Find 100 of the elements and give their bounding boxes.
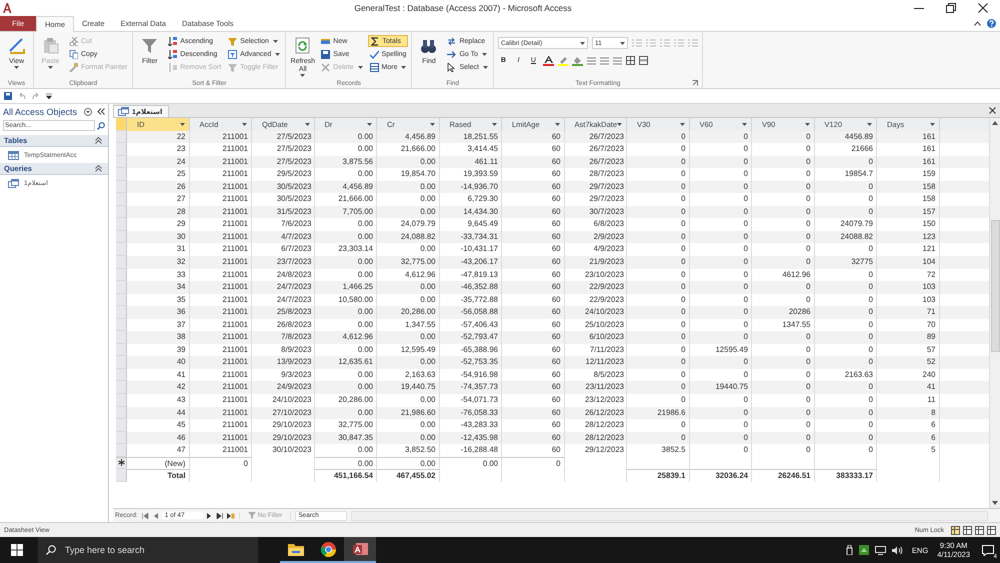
access-logo-icon: [2, 3, 12, 13]
arrow-icon: [447, 50, 456, 58]
datasheet-view-icon[interactable]: [951, 526, 960, 534]
dropdown-arrow-icon: [804, 122, 810, 126]
font-color-icon[interactable]: [542, 56, 554, 66]
save-icon[interactable]: [4, 92, 12, 100]
dropdown-arrow-icon: [680, 122, 684, 126]
dropdown-arrow-icon: [867, 122, 872, 126]
redo-icon[interactable]: [32, 92, 40, 100]
caret-icon: [482, 66, 488, 68]
clipboard-icon: [42, 37, 59, 54]
fill-color-icon[interactable]: [572, 56, 583, 66]
caret-icon: [300, 74, 306, 77]
numbering-icon[interactable]: [646, 39, 656, 47]
caret-icon: [358, 66, 363, 68]
scroll-thumb[interactable]: [990, 220, 1000, 352]
close-icon[interactable]: [978, 3, 988, 13]
dialog-launcher-icon[interactable]: [692, 80, 698, 86]
new-record-icon[interactable]: [226, 512, 235, 518]
refresh-icon: [294, 37, 312, 54]
funnel-icon: [141, 37, 158, 54]
pane-title: All Access Objects: [3, 106, 78, 116]
spelling-icon: [370, 50, 379, 58]
caret-icon: [272, 40, 278, 42]
scissors-icon: [69, 36, 78, 46]
search-field[interactable]: Type here to search: [63, 544, 247, 556]
customize-icon[interactable]: [46, 93, 52, 99]
sigma-icon: [370, 36, 380, 46]
access-logo-icon: [352, 542, 368, 556]
new-record-icon: [321, 36, 330, 46]
restore-icon[interactable]: [946, 3, 956, 13]
outdent-icon[interactable]: [674, 39, 684, 47]
delete-icon: [321, 62, 330, 72]
dropdown-arrow-icon: [930, 122, 934, 126]
horizontal-scrollbar[interactable]: [351, 510, 988, 520]
cursor-icon: [447, 62, 456, 72]
undo-icon[interactable]: [18, 92, 26, 100]
close-icon[interactable]: [989, 107, 996, 114]
toggle-filter-icon: [228, 62, 238, 72]
copy-icon: [69, 50, 78, 58]
help-icon[interactable]: [987, 19, 996, 28]
notification-icon[interactable]: [982, 544, 994, 556]
caret-icon: [14, 66, 19, 69]
last-record-icon[interactable]: [216, 512, 223, 518]
window-title: GeneralTest : Database (Access 2007) - Microsoft Access: [353, 3, 573, 13]
scroll-down-icon[interactable]: [992, 501, 998, 505]
vertical-scrollbar[interactable]: [989, 118, 1000, 508]
align-left-icon[interactable]: [586, 56, 596, 64]
caret-icon: [482, 52, 488, 56]
speaker-icon[interactable]: [892, 546, 903, 554]
usb-icon[interactable]: [846, 545, 853, 555]
funnel-icon: [248, 512, 256, 519]
bullets-icon[interactable]: [632, 39, 642, 47]
row-color-icon[interactable]: [638, 56, 648, 65]
caret-icon: [401, 66, 406, 68]
previous-record-icon[interactable]: [152, 512, 158, 518]
table-icon: [8, 150, 19, 160]
paragraph-icon[interactable]: [688, 39, 698, 47]
gridlines-icon[interactable]: [626, 56, 635, 65]
collapse-ribbon-icon[interactable]: [974, 21, 981, 26]
dropdown-icon[interactable]: [84, 108, 92, 116]
design-view-icon[interactable]: [987, 526, 996, 534]
dropdown-arrow-icon: [242, 122, 247, 126]
query-icon: [8, 178, 19, 188]
align-center-icon[interactable]: [600, 56, 609, 64]
search-bar[interactable]: Type here to search: [38, 537, 258, 563]
collapse-pane-icon[interactable]: [97, 108, 105, 115]
selection-filter-icon: [228, 36, 238, 46]
pivot-chart-icon[interactable]: [975, 526, 984, 534]
dropdown-arrow-icon: [430, 122, 434, 126]
first-record-icon[interactable]: [142, 512, 149, 518]
sort-descending-icon: [168, 50, 178, 58]
sort-ascending-icon: [168, 36, 178, 46]
windows-icon[interactable]: [11, 544, 23, 556]
scroll-up-icon[interactable]: [992, 121, 998, 125]
browser-icon: [320, 542, 336, 556]
next-record-icon[interactable]: [206, 512, 212, 518]
highlighter-icon[interactable]: [558, 56, 568, 66]
graphics-icon[interactable]: [858, 545, 869, 555]
asterisk-icon[interactable]: [118, 459, 124, 466]
caret-icon: [48, 66, 53, 69]
dropdown-arrow-icon: [367, 122, 372, 126]
view-icon: [8, 37, 25, 54]
replace-icon: [447, 36, 456, 46]
network-icon[interactable]: [874, 546, 886, 554]
dropdown-arrow-icon: [742, 122, 747, 126]
align-right-icon[interactable]: [612, 56, 622, 64]
table-icon: [370, 62, 379, 72]
paintbrush-icon: [69, 62, 78, 72]
search-icon: [46, 545, 56, 555]
caret-icon: [580, 42, 585, 44]
search-icon[interactable]: [97, 122, 105, 130]
dropdown-arrow-icon: [492, 122, 497, 126]
dropdown-arrow-icon: [617, 122, 622, 126]
pivot-table-icon[interactable]: [963, 526, 972, 534]
indent-icon[interactable]: [660, 39, 670, 47]
folder-icon: [288, 542, 304, 556]
advanced-filter-icon: [228, 50, 238, 58]
caret-icon: [620, 42, 625, 44]
query-icon: [118, 107, 129, 116]
